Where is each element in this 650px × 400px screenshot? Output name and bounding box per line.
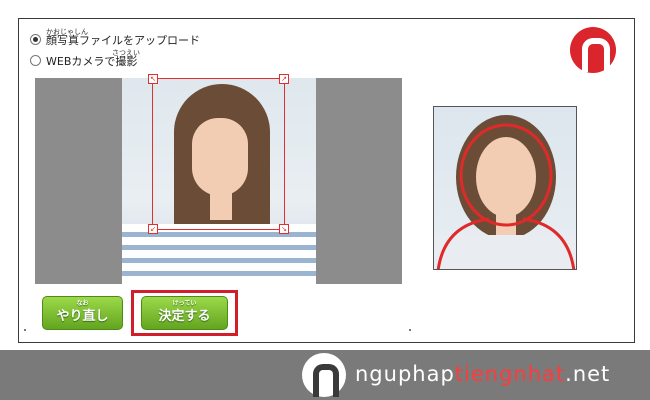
panel-dot — [24, 329, 26, 331]
crop-handle-bottom-left-icon[interactable]: ↙ — [148, 224, 158, 234]
crop-handle-top-right-icon[interactable]: ↗ — [279, 74, 289, 84]
webcam-label: さつえい WEBカメラで撮影 — [46, 49, 140, 68]
crop-frame[interactable]: ↖ ↗ ↙ ↘ — [148, 74, 289, 234]
brand-logo-icon — [570, 27, 616, 73]
confirm-highlight — [131, 290, 238, 336]
watermark-text: nguphaptiengnhat.net — [355, 362, 611, 386]
redo-ruby: なお — [76, 300, 89, 307]
webcam-radio[interactable] — [30, 55, 41, 66]
upload-file-radio[interactable] — [30, 34, 41, 45]
crop-handle-bottom-right-icon[interactable]: ↘ — [279, 224, 289, 234]
redo-button[interactable]: なお やり直し — [42, 296, 123, 330]
redo-label: やり直し — [56, 309, 109, 324]
webcam-ruby: さつえい — [112, 49, 140, 57]
option-webcam[interactable]: さつえい WEBカメラで撮影 — [30, 49, 140, 68]
watermark-logo-icon — [302, 353, 346, 397]
panel-dot — [409, 329, 411, 331]
option-upload-file[interactable]: かおじゃしん 顔写真ファイルをアップロード — [30, 28, 200, 47]
crop-handle-top-left-icon[interactable]: ↖ — [148, 74, 158, 84]
upload-file-label: かおじゃしん 顔写真ファイルをアップロード — [46, 28, 200, 47]
upload-file-ruby: かおじゃしん — [46, 28, 88, 36]
crop-preview — [433, 106, 577, 270]
